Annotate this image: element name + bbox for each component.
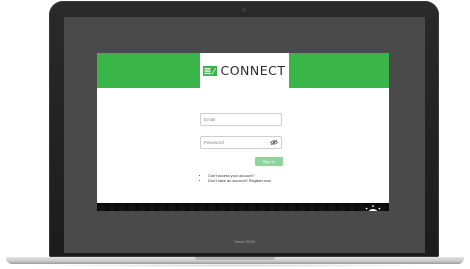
password-field[interactable]: Password <box>200 136 282 149</box>
email-placeholder: Email <box>204 117 216 122</box>
register-link[interactable]: Don't have an account? Register now <box>208 179 271 184</box>
smart-badge-icon <box>365 205 381 211</box>
email-field[interactable]: Email <box>200 113 282 126</box>
laptop-base <box>0 257 470 269</box>
logo-mark-icon <box>203 65 218 76</box>
sign-in-button[interactable]: Sign in <box>255 157 283 166</box>
base-notch <box>195 257 275 260</box>
screen-footer-note: Smart 2016 <box>234 239 255 244</box>
screen: CONNECT Email Password Sign in Can't acc… <box>64 17 425 253</box>
logo: CONNECT <box>200 53 289 88</box>
login-app: CONNECT Email Password Sign in Can't acc… <box>97 53 389 211</box>
smart-badge: smart <box>345 203 389 211</box>
password-placeholder: Password <box>204 140 224 145</box>
camera-icon <box>242 8 246 12</box>
help-links: Can't access your account? Don't have an… <box>204 174 271 184</box>
base-shadow <box>20 264 450 267</box>
eye-icon[interactable] <box>270 139 278 146</box>
logo-text: CONNECT <box>220 63 286 78</box>
